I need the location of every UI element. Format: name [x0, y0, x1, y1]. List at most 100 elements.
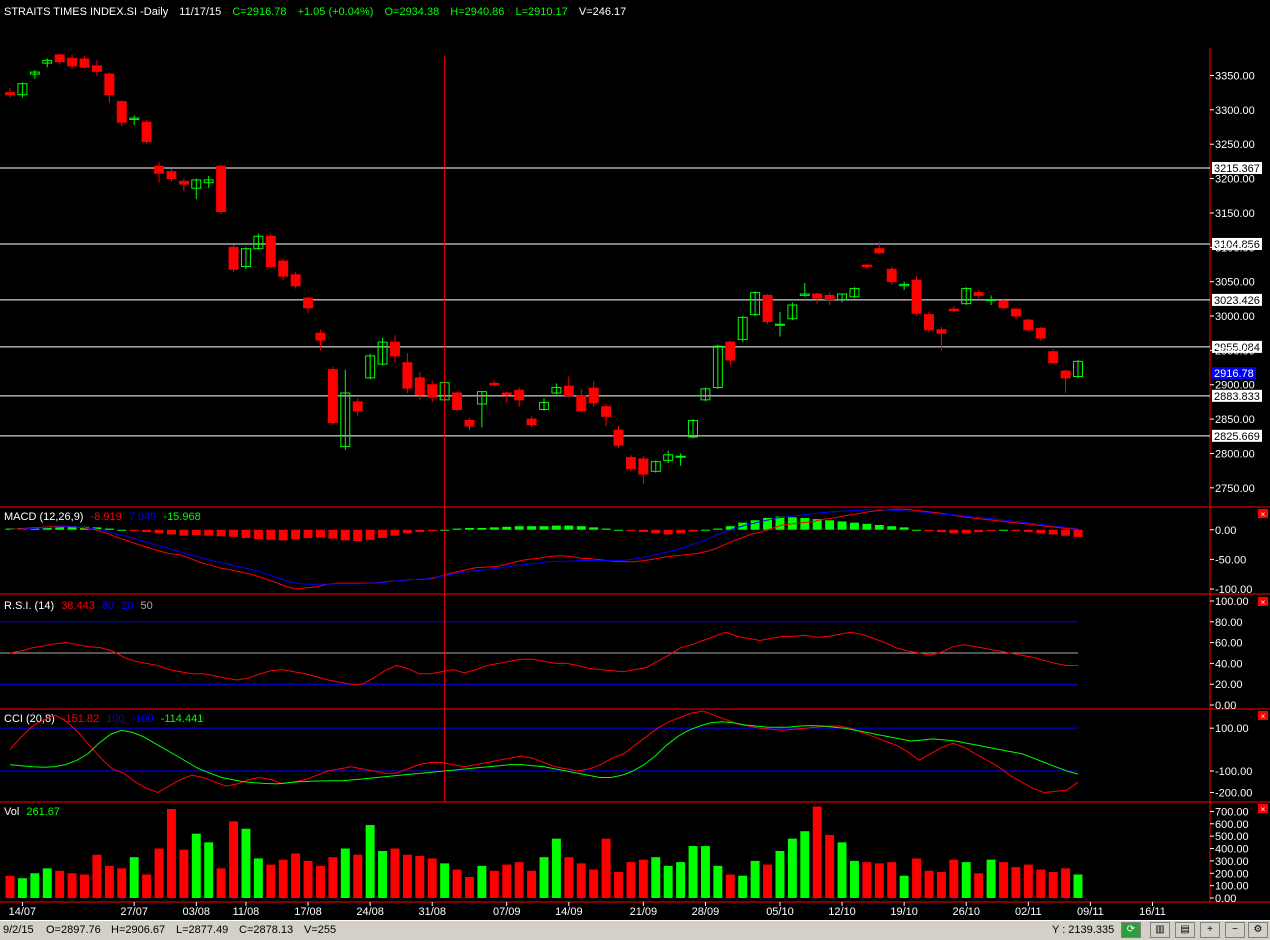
settings-button[interactable]: ⚙: [1248, 922, 1268, 938]
price-tick-label: 2950.00: [1215, 345, 1255, 357]
macd-hist-bar: [402, 529, 412, 534]
macd-hist-bar: [601, 528, 611, 530]
volume-tick-label: 400.00: [1215, 844, 1249, 856]
macd-hist-value: -15.968: [163, 511, 200, 523]
macd-hist-bar: [291, 529, 301, 540]
volume-bar: [1048, 872, 1058, 898]
candle-body: [303, 297, 314, 309]
x-tick-label: 16/11: [1139, 906, 1166, 918]
status-low: L=2877.49: [176, 924, 229, 936]
volume-bar: [55, 870, 65, 898]
rsi-tick-label: 60.00: [1215, 638, 1243, 650]
macd-hist-bar: [626, 529, 636, 531]
volume-bar: [303, 860, 313, 898]
volume-bar: [787, 838, 797, 898]
candle-body: [774, 323, 785, 326]
status-open: O=2897.76: [46, 924, 101, 936]
status-high: H=2906.67: [111, 924, 166, 936]
candle-body: [861, 264, 872, 268]
candle-body: [452, 392, 463, 410]
volume-bar: [30, 873, 40, 898]
price-tick-label: 2900.00: [1215, 380, 1255, 392]
x-tick-label: 09/11: [1077, 906, 1104, 918]
svg-text:Vol 261.67: Vol 261.67: [4, 806, 60, 818]
macd-hist-bar: [986, 529, 996, 531]
candle-body: [390, 341, 400, 357]
close-rsi-panel-button[interactable]: ×: [1258, 597, 1268, 607]
volume-bar: [216, 868, 226, 898]
volume-bar: [514, 862, 524, 898]
volume-bar: [576, 863, 586, 898]
x-tick-label: 05/10: [766, 906, 794, 918]
macd-hist-bar: [1023, 529, 1033, 533]
volume-bar: [415, 855, 425, 898]
macd-hist-bar: [204, 529, 214, 536]
zoom-in-button[interactable]: +: [1200, 922, 1220, 938]
close-cci-panel-button[interactable]: ×: [1258, 711, 1268, 721]
volume-bar: [527, 870, 537, 898]
macd-value: -8.919: [91, 511, 122, 523]
candle-body: [613, 429, 624, 446]
volume-tick-label: 700.00: [1215, 806, 1249, 818]
macd-hist-bar: [166, 529, 176, 535]
chart-stage[interactable]: STRAITS TIMES INDEX.SI -Daily 11/17/15 C…: [0, 0, 1270, 920]
bar-style-button[interactable]: ▥: [1150, 922, 1170, 938]
refresh-button[interactable]: ⟳: [1121, 922, 1141, 938]
volume-bar: [154, 848, 164, 898]
candle-body: [601, 406, 612, 417]
macd-hist-bar: [502, 526, 512, 530]
close-icon: ×: [1261, 510, 1266, 519]
macd-hist-bar: [278, 529, 288, 541]
volume-tick-label: 0.00: [1215, 893, 1236, 905]
cci-tick-label: -200.00: [1215, 787, 1252, 799]
volume-bar: [67, 873, 77, 898]
chart-icon: ▥: [1155, 924, 1165, 935]
volume-bar: [688, 846, 698, 898]
current-price-label: 2916.78: [1214, 368, 1254, 380]
macd-hist-bar: [353, 529, 363, 542]
macd-hist-bar: [551, 525, 561, 530]
macd-hist-bar: [974, 529, 984, 533]
volume-bar: [912, 858, 922, 898]
macd-hist-bar: [340, 529, 350, 541]
volume-bar: [763, 864, 773, 898]
volume-bar: [502, 864, 512, 898]
zoom-out-button[interactable]: −: [1225, 922, 1245, 938]
rsi-tick-label: 40.00: [1215, 658, 1243, 670]
price-tick-label: 3200.00: [1215, 174, 1255, 186]
cci-signal-value: -114.441: [161, 713, 204, 725]
close-volume-panel-button[interactable]: ×: [1258, 804, 1268, 814]
volume-bar: [862, 862, 872, 898]
header-low: L=2910.17: [515, 6, 567, 18]
rsi-tick-label: 20.00: [1215, 679, 1243, 691]
header-change: +1.05 (+0.04%): [298, 6, 374, 18]
volume-bar: [949, 859, 959, 898]
indicator-button[interactable]: ▤: [1175, 922, 1195, 938]
x-tick-label: 28/09: [692, 906, 720, 918]
vol-title: Vol: [4, 806, 19, 818]
price-tick-label: 2800.00: [1215, 448, 1255, 460]
close-macd-panel-button[interactable]: ×: [1258, 509, 1268, 519]
volume-bar: [142, 874, 152, 898]
macd-hist-bar: [576, 526, 586, 530]
volume-bar: [564, 857, 574, 898]
volume-bar: [166, 808, 176, 898]
x-tick-label: 14/09: [555, 906, 583, 918]
macd-hist-bar: [676, 529, 686, 534]
candle-body: [638, 458, 649, 475]
cci-value: -151.82: [62, 713, 99, 725]
candle-body: [625, 457, 636, 470]
macd-hist-bar: [862, 523, 872, 530]
macd-hist-bar: [775, 516, 785, 530]
candle-body: [1035, 327, 1046, 339]
svg-text:R.S.I. (14) 38.443 80: R.S.I. (14) 38.443 80 20 50: [4, 600, 153, 612]
candle-body: [315, 332, 326, 341]
macd-hist-bar: [539, 526, 549, 530]
rsi-title: R.S.I. (14): [4, 600, 54, 612]
macd-hist-bar: [1036, 529, 1046, 534]
cci-tick-label: 100.00: [1215, 723, 1249, 735]
volume-bar: [104, 865, 114, 898]
macd-hist-bar: [912, 529, 922, 531]
macd-hist-bar: [328, 529, 338, 539]
vol-value: 261.67: [26, 806, 60, 818]
